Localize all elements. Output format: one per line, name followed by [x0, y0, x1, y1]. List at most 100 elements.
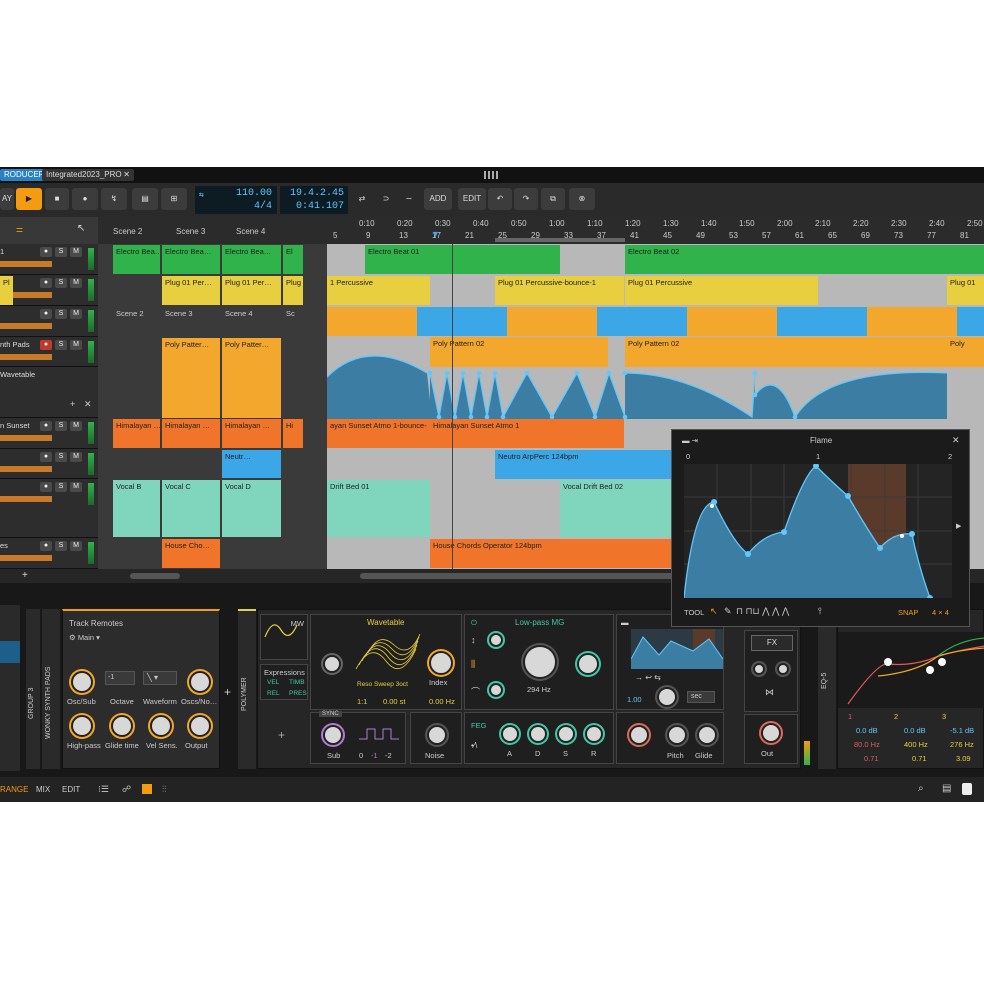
oscs-noise-knob[interactable] — [189, 671, 211, 693]
arranger-clip[interactable]: Plug 01 Percussive-bounce-1 — [495, 276, 624, 305]
record-arm-button[interactable]: ● — [40, 340, 52, 350]
semitone-value[interactable]: 0.00 st — [383, 697, 406, 706]
record-arm-button[interactable]: ● — [40, 421, 52, 431]
eq-freq[interactable]: 400 Hz — [904, 740, 928, 749]
sec-dropdown[interactable]: sec — [687, 691, 715, 703]
wavetable-name[interactable]: Wavetable — [367, 618, 405, 627]
eq-q[interactable]: 3.09 — [956, 754, 971, 763]
follow-icon[interactable]: ⇄ — [352, 188, 372, 210]
arrange-tab[interactable]: RANGE — [0, 785, 28, 794]
scene-label[interactable]: Scene 4 — [236, 227, 265, 236]
sub-octave-0[interactable]: 0 — [359, 751, 363, 760]
record-arm-button[interactable]: ● — [40, 452, 52, 462]
track-header[interactable]: n Sunset ● S M — [0, 418, 98, 449]
groove-icon[interactable]: ⊞ — [161, 188, 187, 210]
arranger-clip[interactable]: Electro Beat 02 — [625, 245, 984, 274]
record-arm-button[interactable]: ● — [40, 278, 52, 288]
menu-icon[interactable]: = — [16, 223, 23, 237]
feg-label[interactable]: FEG — [471, 721, 486, 730]
launcher-slot[interactable]: Vocal C — [162, 480, 220, 537]
launcher-slot[interactable]: Scene 2 — [113, 307, 160, 336]
fx-knob-2[interactable] — [777, 663, 789, 675]
filter-mod-knob[interactable] — [489, 633, 503, 647]
mute-button[interactable]: M — [70, 247, 82, 257]
arranger-clip[interactable]: Plug 01 — [947, 276, 984, 305]
vel-sens-knob[interactable] — [150, 715, 172, 737]
solo-button[interactable]: S — [55, 541, 67, 551]
copy-icon[interactable]: ⧉ — [541, 188, 565, 210]
osc-sub-knob[interactable] — [71, 671, 93, 693]
solo-button[interactable]: S — [55, 452, 67, 462]
envelope-display[interactable] — [631, 629, 723, 669]
solo-button[interactable]: S — [55, 421, 67, 431]
octave-dropdown[interactable]: -1 — [105, 671, 135, 685]
launcher-slot[interactable]: Electro Bea… — [162, 245, 220, 274]
eq-freq[interactable]: 276 Hz — [950, 740, 974, 749]
attack-knob[interactable] — [501, 725, 519, 743]
eq-band[interactable]: 3 — [942, 712, 946, 721]
arranger-clip[interactable]: ayan Sunset Atmo 1-bounce- — [327, 419, 430, 448]
launcher-slot[interactable]: Hi — [283, 419, 303, 448]
mute-button[interactable]: M — [70, 482, 82, 492]
mute-button[interactable]: M — [70, 309, 82, 319]
close-icon[interactable]: ✕ — [952, 435, 960, 446]
add-button[interactable]: ADD — [424, 188, 452, 210]
sub-octave-2[interactable]: -2 — [385, 751, 392, 760]
resonance-knob[interactable] — [577, 653, 599, 675]
launcher-slot[interactable]: Scene 3 — [162, 307, 220, 336]
marker-icon[interactable]: ⫯ — [818, 606, 822, 617]
undo-icon[interactable]: ↶ — [488, 188, 512, 210]
mute-button[interactable]: M — [70, 278, 82, 288]
arranger-clip[interactable]: Electro Beat 01 — [365, 245, 560, 274]
grid-size[interactable]: 4 × 4 — [932, 608, 949, 617]
eq-gain[interactable]: -5.1 dB — [950, 726, 974, 735]
timeline-ruler[interactable]: 0:10 0:20 0:30 0:40 0:50 1:00 1:10 1:20 1:30 1:40… — [327, 217, 984, 244]
play-button[interactable]: ▶ — [16, 188, 42, 210]
power-icon[interactable]: ⏻ — [471, 618, 477, 628]
volume-bar[interactable] — [0, 466, 52, 472]
lock-icon[interactable] — [962, 783, 972, 795]
launcher-slot[interactable]: Pl — [0, 276, 13, 305]
high-pass-knob[interactable] — [71, 715, 93, 737]
mute-button[interactable]: M — [70, 541, 82, 551]
track-header[interactable]: 1 ● S M — [0, 244, 98, 275]
glide-time-knob[interactable] — [111, 715, 133, 737]
sustain-knob[interactable] — [557, 725, 575, 743]
edit-button[interactable]: EDIT — [458, 188, 486, 210]
volume-bar[interactable] — [0, 555, 52, 561]
mixer-icon[interactable]: ⫶⫶ — [162, 784, 167, 795]
sub-octave-1[interactable]: -1 — [371, 751, 378, 760]
redo-icon[interactable]: ↷ — [514, 188, 538, 210]
record-arm-button[interactable]: ● — [40, 247, 52, 257]
track-header[interactable]: Wavetable + ✕ — [0, 367, 98, 418]
track-header[interactable]: ● S M — [0, 306, 98, 337]
sync-label[interactable]: SYNC — [319, 711, 342, 717]
folder-icon[interactable]: ▬ ⇥ — [682, 436, 698, 445]
launcher-slot[interactable]: Neutr… — [222, 450, 281, 478]
launcher-slot[interactable]: Scene 4 — [222, 307, 281, 336]
track-header[interactable]: ● S M — [0, 275, 98, 306]
scene-label[interactable]: Scene 3 — [176, 227, 205, 236]
arranger-scroll-thumb[interactable] — [360, 573, 680, 579]
loop-toggle-icon[interactable]: ⊃ — [375, 188, 397, 210]
edit-tab[interactable]: EDIT — [62, 785, 80, 794]
launcher-scroll-thumb[interactable] — [130, 573, 180, 579]
audio-waveform-lane[interactable] — [327, 307, 984, 336]
record-arm-button[interactable]: ● — [40, 541, 52, 551]
solo-button[interactable]: S — [55, 278, 67, 288]
arranger-clip[interactable]: Drift Bed 01 — [327, 480, 430, 537]
pres-label[interactable]: PRES — [289, 690, 307, 697]
remotes-page[interactable]: ⚙ Main ▾ — [69, 633, 100, 642]
close-icon[interactable]: ✕ — [84, 399, 92, 410]
modulation-icon[interactable]: ☍ — [122, 784, 131, 795]
noise-knob[interactable] — [427, 725, 447, 745]
launcher-slot[interactable]: Vocal B — [113, 480, 160, 537]
volume-bar[interactable] — [0, 354, 52, 360]
arranger-clip[interactable]: Vocal Drift Bed 02 — [560, 480, 671, 537]
project-tab[interactable]: Integrated2023_PRO ✕ — [42, 169, 134, 181]
stop-button[interactable]: ■ — [45, 188, 69, 210]
eq-band[interactable]: 1 — [848, 712, 852, 721]
time-knob[interactable] — [657, 687, 677, 707]
snap-toggle[interactable]: SNAP — [898, 608, 918, 617]
browser-icon[interactable]: ⁝☰ — [98, 784, 109, 795]
